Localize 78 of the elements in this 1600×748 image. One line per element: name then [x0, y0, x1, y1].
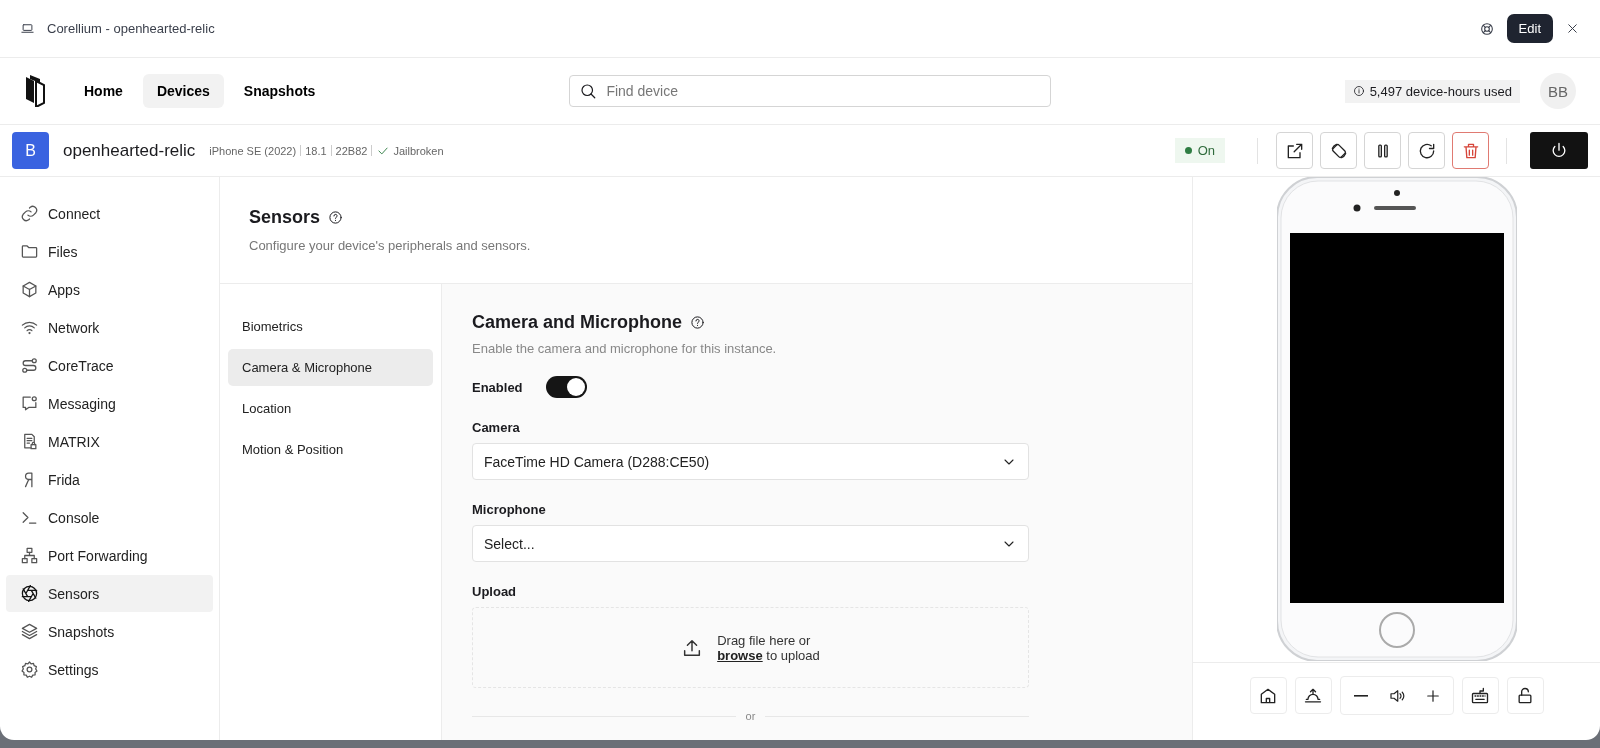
nav-tab[interactable]: Devices — [142, 74, 224, 108]
window-title: Corellium - openhearted-relic — [47, 21, 215, 36]
browse-link[interactable]: browse — [717, 647, 763, 663]
subnav-item[interactable]: Motion & Position — [228, 431, 433, 468]
sidebar-item[interactable]: Sensors — [6, 575, 213, 612]
subnav-item[interactable]: Camera & Microphone — [228, 349, 433, 386]
help-icon — [690, 315, 706, 330]
camera-label: Camera — [472, 420, 521, 435]
search-field[interactable]: Find device — [569, 75, 1052, 107]
delete-button[interactable] — [1452, 132, 1489, 169]
enabled-toggle[interactable] — [545, 376, 587, 398]
search-icon — [579, 82, 598, 100]
device-model: iPhone SE (2022) — [209, 144, 297, 157]
layers-icon — [20, 622, 39, 641]
restart-button[interactable] — [1408, 132, 1445, 169]
sidebar-item[interactable]: Snapshots — [6, 613, 213, 650]
keyboard-icon — [1470, 685, 1490, 706]
route-icon — [20, 356, 39, 375]
status-badge: On — [1174, 138, 1225, 163]
sidebar-item[interactable]: MATRIX — [6, 423, 213, 460]
folder-icon — [20, 242, 39, 261]
wake-button[interactable] — [1294, 677, 1332, 714]
info-icon — [1352, 85, 1365, 97]
edit-button[interactable]: Edit — [1506, 14, 1553, 43]
user-avatar[interactable]: BB — [1540, 73, 1576, 109]
unlock-button[interactable] — [1506, 677, 1544, 714]
power-button[interactable] — [1530, 132, 1588, 169]
section-description: Enable the camera and microphone for this instance. — [472, 341, 778, 356]
sidebar-item[interactable]: Files — [6, 233, 213, 270]
sidebar-item[interactable]: Network — [6, 309, 213, 346]
settings-icon — [20, 660, 39, 679]
lifebuoy-icon — [1478, 20, 1495, 37]
laptop-icon — [20, 21, 35, 36]
nav-tab[interactable]: Home — [70, 74, 137, 108]
sidebar-item[interactable]: Port Forwarding — [6, 537, 213, 574]
pause-button[interactable] — [1364, 132, 1401, 169]
minus-icon — [1353, 694, 1368, 697]
device-name: openhearted-relic — [63, 140, 196, 161]
message-icon — [20, 394, 39, 413]
link-icon — [20, 204, 39, 223]
upload-label: Upload — [472, 584, 518, 599]
sidebar-item[interactable]: Messaging — [6, 385, 213, 422]
upload-instructions: Drag file here or browse to upload — [717, 632, 820, 663]
keyboard-button[interactable] — [1461, 677, 1499, 714]
sidebar-item[interactable]: Connect — [6, 195, 213, 232]
section-title: Camera and Microphone — [472, 312, 683, 333]
ios-version: 18.1 — [305, 144, 327, 157]
device-avatar: B — [12, 132, 49, 169]
open-external-button[interactable] — [1276, 132, 1313, 169]
page-title: Sensors — [249, 207, 321, 228]
page-description: Configure your device's peripherals and sensors. — [249, 238, 532, 253]
sidebar-item[interactable]: Console — [6, 499, 213, 536]
usage-text: 5,497 device-hours used — [1369, 83, 1512, 99]
camera-select[interactable]: FaceTime HD Camera (D288:CE50) — [472, 443, 1029, 480]
sidebar-item[interactable]: Frida — [6, 461, 213, 498]
logo-icon[interactable] — [24, 75, 46, 107]
subnav-item[interactable]: Location — [228, 390, 433, 427]
cube-icon — [20, 280, 39, 299]
microphone-label: Microphone — [472, 502, 547, 517]
aperture-icon — [20, 584, 39, 603]
network-tree-icon — [20, 546, 39, 565]
nav-tab[interactable]: Snapshots — [229, 74, 330, 108]
build-number: 22B82 — [335, 144, 368, 157]
help-icon — [328, 210, 344, 225]
sidebar-item[interactable]: CoreTrace — [6, 347, 213, 384]
close-button[interactable] — [1565, 21, 1580, 36]
close-icon — [1565, 21, 1580, 36]
or-divider-text: or — [745, 710, 756, 722]
home-button[interactable] — [1249, 677, 1287, 714]
enabled-label: Enabled — [472, 379, 523, 395]
upload-dropzone[interactable]: Drag file here or browse to upload — [472, 607, 1029, 688]
microphone-select[interactable]: Select... — [472, 525, 1029, 562]
sidebar-item[interactable]: Apps — [6, 271, 213, 308]
jailbroken-label: Jailbroken — [393, 144, 444, 157]
sidebar-item[interactable]: Settings — [6, 651, 213, 688]
subnav-item[interactable]: Biometrics — [228, 308, 433, 345]
help-button[interactable] — [1478, 20, 1495, 37]
rotate-button[interactable] — [1320, 132, 1357, 169]
